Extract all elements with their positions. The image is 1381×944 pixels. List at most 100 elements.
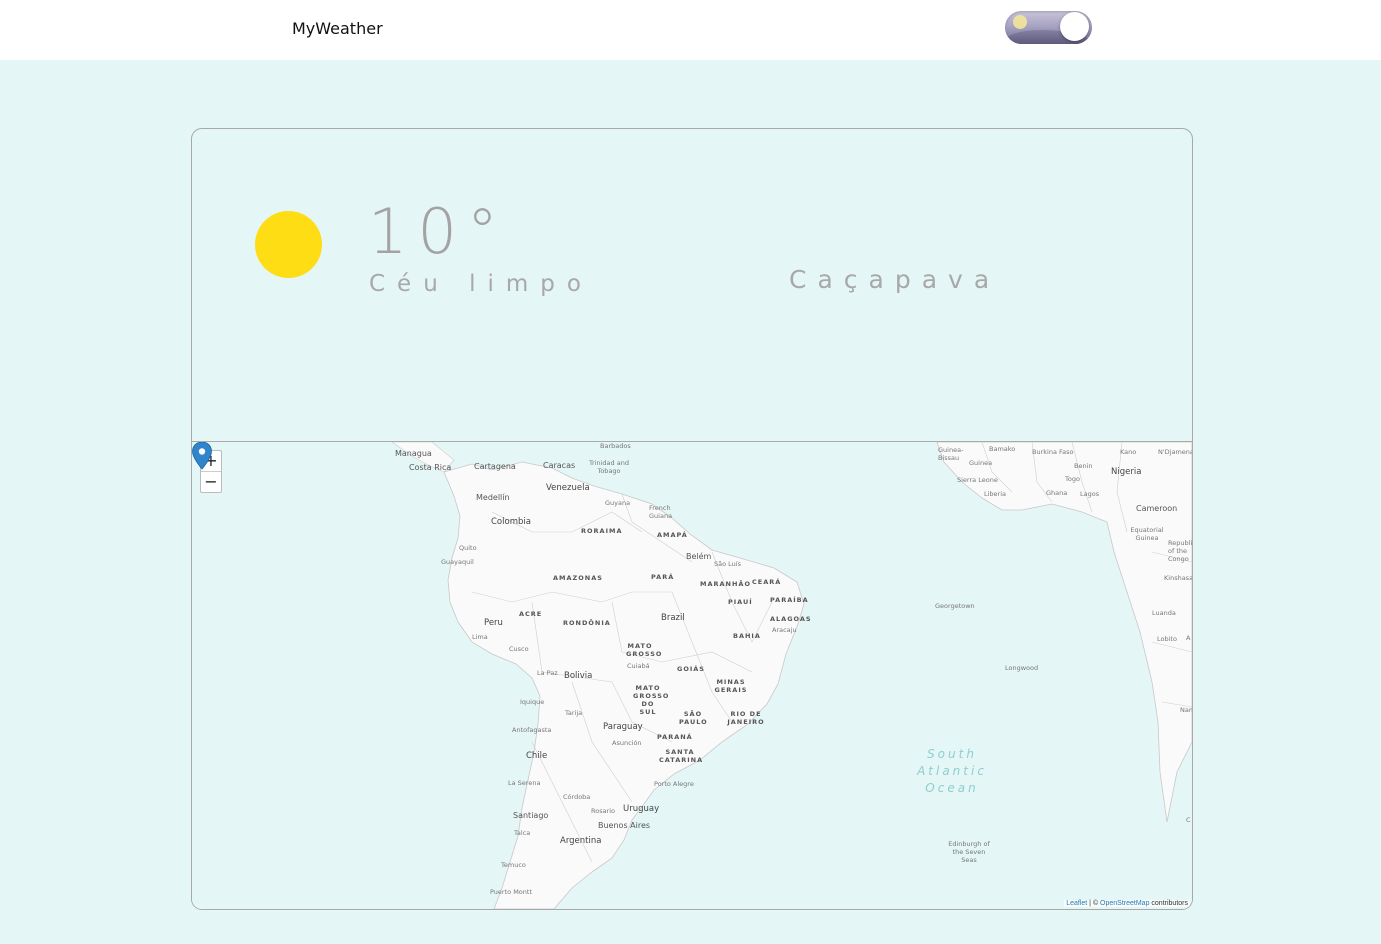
map-label: Guyana — [605, 499, 631, 507]
map-label: Ghana — [1046, 489, 1068, 497]
map-label: Lobito — [1157, 635, 1177, 643]
map-label: Belém — [686, 552, 712, 561]
weather-card: 10° Céu limpo Caçapava + − Barbados Mana… — [191, 128, 1193, 910]
map-label: Guinea-Bissau — [938, 446, 964, 462]
map-label: São Luís — [714, 560, 741, 568]
map-label: Sierra Leone — [957, 476, 998, 484]
map-label: AMAZONAS — [553, 574, 603, 582]
map-label: La Serena — [508, 779, 541, 787]
map-label: Bolivia — [564, 671, 593, 681]
map-label: Costa Rica — [409, 463, 452, 472]
map-label: Equatorial Guinea — [1130, 526, 1164, 542]
map-label: AMAPÁ — [657, 531, 688, 539]
map-label: Antofagasta — [512, 726, 552, 734]
map-label: Barbados — [600, 442, 631, 450]
weather-panel: 10° Céu limpo Caçapava — [192, 129, 1192, 442]
map-label: Puerto Montt — [490, 888, 532, 896]
map-label: Kano — [1120, 448, 1137, 456]
map-label: Lima — [472, 633, 488, 641]
map-label: Cartagena — [474, 462, 516, 471]
map-label: Colombia — [491, 517, 531, 527]
map-label: Porto Alegre — [654, 780, 694, 788]
map-label: Paraguay — [603, 722, 643, 732]
map-label: Longwood — [1005, 664, 1039, 672]
top-bar: MyWeather — [0, 0, 1381, 60]
map-label: Iquique — [520, 698, 545, 706]
map-label: Temuco — [501, 861, 526, 869]
map-label: Brazil — [661, 613, 685, 623]
attribution-separator: | © — [1087, 900, 1101, 907]
map[interactable]: + − Barbados Managua Costa Rica Cartagen… — [192, 442, 1192, 909]
map-label: Benin — [1074, 462, 1093, 470]
map-label: Uruguay — [623, 804, 660, 814]
map-label: Edinburgh of the Seven Seas — [948, 840, 990, 864]
map-label: Georgetown — [935, 602, 975, 610]
map-label: Cameroon — [1136, 504, 1178, 513]
map-label: MATO GROSSO — [626, 642, 663, 658]
map-label: Guinea — [969, 459, 993, 467]
map-label: A — [1186, 634, 1191, 642]
map-label: Burkina Faso — [1032, 448, 1074, 456]
map-label: ACRE — [519, 610, 543, 618]
theme-toggle[interactable] — [1005, 11, 1092, 44]
map-label: BAHIA — [733, 632, 761, 640]
map-label: MATO GROSSO DO SUL — [633, 684, 670, 716]
map-label: PIAUÍ — [728, 598, 753, 606]
map-label: ALAGOAS — [770, 615, 812, 623]
map-label: Republic of the Congo — [1168, 539, 1192, 563]
map-label: French Guiana — [649, 504, 673, 520]
osm-link[interactable]: OpenStreetMap — [1100, 900, 1149, 907]
zoom-out-button[interactable]: − — [201, 471, 221, 492]
map-label: Asunción — [612, 739, 642, 747]
map-label: Lagos — [1080, 490, 1100, 498]
map-land — [391, 442, 1192, 909]
map-label: GOIÁS — [677, 665, 705, 673]
map-label: MINAS GERAIS — [714, 678, 748, 694]
map-label: Caracas — [543, 461, 576, 470]
map-label: C — [1186, 816, 1191, 824]
map-label: MARANHÃO — [700, 580, 751, 588]
leaflet-link[interactable]: Leaflet — [1066, 900, 1087, 907]
map-label: Chile — [526, 751, 548, 761]
map-label: Buenos Aires — [598, 821, 651, 830]
toggle-knob[interactable] — [1060, 12, 1089, 41]
brand-title[interactable]: MyWeather — [292, 19, 383, 38]
map-label: N'Djamena — [1158, 448, 1192, 456]
ocean-label: South Atlantic Ocean — [917, 747, 987, 795]
map-label: Liberia — [984, 490, 1007, 498]
map-label: SÃO PAULO — [679, 710, 708, 726]
toggle-sun-icon — [1013, 15, 1027, 29]
map-label: Guayaquil — [441, 558, 474, 566]
attribution-suffix: contributors — [1149, 900, 1188, 907]
location-marker-icon[interactable] — [192, 442, 212, 470]
map-label: Kinshasa — [1164, 574, 1192, 582]
map-attribution: Leaflet | © OpenStreetMap contributors — [1064, 900, 1190, 907]
map-label: Nigeria — [1111, 467, 1142, 477]
map-label: PARAÍBA — [770, 596, 809, 604]
map-label: Managua — [395, 449, 432, 458]
map-label: Santiago — [513, 811, 549, 820]
map-label: CEARÁ — [752, 578, 782, 586]
map-label: Cuiabá — [627, 662, 650, 670]
map-label: La Paz — [537, 669, 558, 677]
map-label: Medellín — [476, 493, 510, 502]
map-label: Quito — [459, 544, 477, 552]
map-label: Venezuela — [546, 483, 590, 493]
temperature: 10° — [368, 195, 508, 268]
map-label: Córdoba — [563, 793, 591, 801]
map-label: RONDÔNIA — [563, 619, 611, 627]
map-label: Togo — [1065, 475, 1080, 483]
map-label: RIO DE JANEIRO — [727, 710, 765, 726]
map-label: Argentina — [560, 836, 602, 846]
map-label: Rosario — [591, 807, 616, 815]
map-label: Aracaju — [772, 626, 797, 634]
map-label: PARÁ — [651, 573, 675, 581]
map-label: Peru — [484, 618, 503, 628]
sun-icon — [255, 211, 322, 278]
city-name: Caçapava — [789, 265, 1001, 294]
map-label: RORAIMA — [581, 527, 623, 535]
map-label: Talca — [514, 829, 531, 837]
map-label: Nam — [1180, 706, 1192, 714]
weather-description: Céu limpo — [369, 271, 593, 297]
map-label: Cusco — [509, 645, 529, 653]
